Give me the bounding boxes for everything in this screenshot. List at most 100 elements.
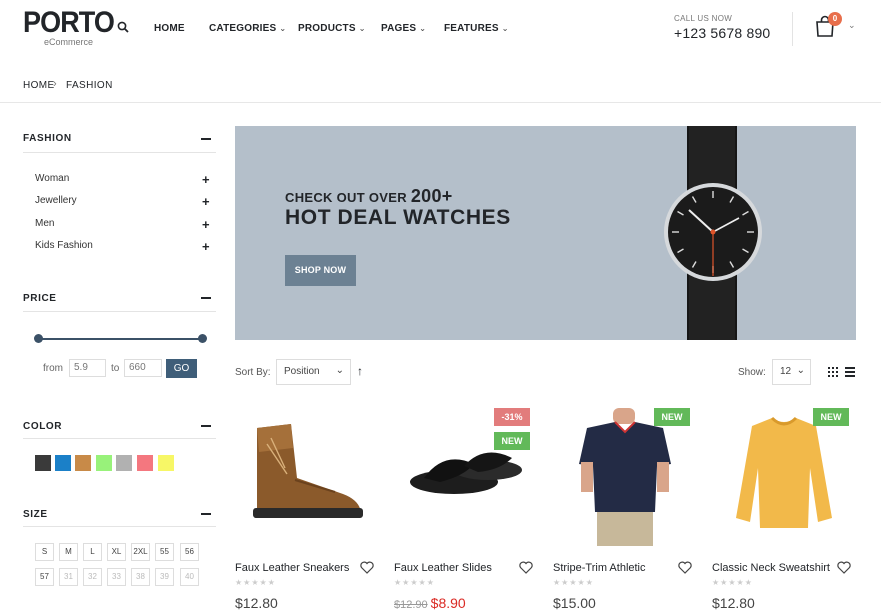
collapse-minus-icon[interactable] xyxy=(201,513,211,515)
product-image-faux-leather-slides[interactable]: -31% NEW xyxy=(394,408,537,546)
color-swatch[interactable] xyxy=(116,455,132,471)
nav-features[interactable]: FEATURES ⌄ xyxy=(444,23,509,34)
expand-plus-icon[interactable]: + xyxy=(202,218,210,231)
product-image-stripe-trim-athletic[interactable]: NEW xyxy=(553,408,696,546)
size-option[interactable]: L xyxy=(83,543,102,561)
size-option[interactable]: XL xyxy=(107,543,126,561)
logo[interactable]: PORTO xyxy=(23,6,115,40)
color-swatch[interactable] xyxy=(137,455,153,471)
rating-stars: ★★★★★ xyxy=(553,578,594,587)
size-option[interactable]: 32 xyxy=(83,568,102,586)
heart-icon[interactable] xyxy=(678,561,692,574)
chevron-down-icon: ⌄ xyxy=(358,24,366,33)
price-slider-track[interactable] xyxy=(38,338,202,340)
banner-headline: HOT DEAL WATCHES xyxy=(285,206,511,229)
fashion-title[interactable]: FASHION xyxy=(23,133,72,144)
price-from-label: from xyxy=(43,363,63,374)
show-count-value: 12 xyxy=(780,366,792,377)
nav-products[interactable]: PRODUCTS ⌄ xyxy=(298,23,366,34)
rating-stars: ★★★★★ xyxy=(394,578,435,587)
chevron-right-icon: › xyxy=(53,78,57,90)
nav-pages[interactable]: PAGES ⌄ xyxy=(381,23,426,34)
price-slider-handle-min[interactable] xyxy=(34,334,43,343)
list-view-icon[interactable] xyxy=(845,367,855,377)
show-count-select[interactable]: 12 ⌄ xyxy=(772,359,811,385)
nav-categories[interactable]: CATEGORIES ⌄ xyxy=(209,23,286,34)
sort-direction-arrow-icon[interactable]: ↑ xyxy=(357,364,363,378)
color-swatch[interactable] xyxy=(158,455,174,471)
watch-image xyxy=(664,126,762,340)
size-option[interactable]: S xyxy=(35,543,54,561)
size-option[interactable]: 57 xyxy=(35,568,54,586)
boot-image xyxy=(253,424,363,518)
color-swatch[interactable] xyxy=(96,455,112,471)
search-icon[interactable] xyxy=(117,21,129,33)
sale-price: $8.90 xyxy=(430,595,466,611)
nav-products-label: PRODUCTS xyxy=(298,23,356,34)
size-option[interactable]: 31 xyxy=(59,568,78,586)
collapse-minus-icon[interactable] xyxy=(201,425,211,427)
expand-plus-icon[interactable]: + xyxy=(202,240,210,253)
size-option[interactable]: 39 xyxy=(155,568,174,586)
nav-home-label: HOME xyxy=(154,23,185,34)
chevron-down-icon: ⌄ xyxy=(501,24,509,33)
size-option[interactable]: 40 xyxy=(180,568,199,586)
header-divider xyxy=(792,12,793,46)
show-label: Show: xyxy=(738,367,766,378)
rating-stars: ★★★★★ xyxy=(235,578,276,587)
breadcrumb-home[interactable]: HOME xyxy=(23,80,55,91)
promo-banner[interactable]: CHECK OUT OVER 200+ HOT DEAL WATCHES SHO… xyxy=(235,126,856,340)
expand-plus-icon[interactable]: + xyxy=(202,195,210,208)
phone-number[interactable]: +123 5678 890 xyxy=(674,25,770,41)
section-divider xyxy=(23,152,216,153)
category-woman[interactable]: Woman xyxy=(35,173,69,184)
nav-categories-label: CATEGORIES xyxy=(209,23,277,34)
section-divider xyxy=(23,526,216,527)
size-option[interactable]: 56 xyxy=(180,543,199,561)
chevron-down-icon: ⌄ xyxy=(796,365,805,376)
shop-now-button[interactable]: SHOP NOW xyxy=(285,255,356,286)
product-price: $12.80 xyxy=(712,595,755,611)
slides-image xyxy=(410,452,522,494)
collapse-minus-icon[interactable] xyxy=(201,297,211,299)
nav-home[interactable]: HOME xyxy=(154,23,185,34)
size-option[interactable]: 55 xyxy=(155,543,174,561)
color-title[interactable]: COLOR xyxy=(23,421,62,432)
chevron-down-icon[interactable]: ⌄ xyxy=(848,20,856,31)
product-price: $12.90 $8.90 xyxy=(394,595,466,611)
product-name[interactable]: Faux Leather Sneakers xyxy=(235,562,349,574)
price-go-button[interactable]: GO xyxy=(166,359,197,378)
rating-stars: ★★★★★ xyxy=(712,578,753,587)
grid-view-icon[interactable] xyxy=(828,367,838,377)
size-option[interactable]: M xyxy=(59,543,78,561)
color-swatch[interactable] xyxy=(55,455,71,471)
heart-icon[interactable] xyxy=(837,561,851,574)
sort-by-select[interactable]: Position ⌄ xyxy=(276,359,351,385)
price-title[interactable]: PRICE xyxy=(23,293,57,304)
color-swatch[interactable] xyxy=(35,455,51,471)
breadcrumb-current: FASHION xyxy=(66,80,113,91)
size-option[interactable]: 2XL xyxy=(131,543,150,561)
heart-icon[interactable] xyxy=(519,561,533,574)
price-slider-handle-max[interactable] xyxy=(198,334,207,343)
expand-plus-icon[interactable]: + xyxy=(202,173,210,186)
product-name[interactable]: Faux Leather Slides xyxy=(394,562,492,574)
product-name[interactable]: Classic Neck Sweatshirt xyxy=(712,562,830,574)
category-kids-fashion[interactable]: Kids Fashion xyxy=(35,240,93,251)
collapse-minus-icon[interactable] xyxy=(201,138,211,140)
product-name[interactable]: Stripe-Trim Athletic xyxy=(553,562,646,574)
chevron-down-icon: ⌄ xyxy=(279,24,287,33)
heart-icon[interactable] xyxy=(360,561,374,574)
logo-subtitle: eCommerce xyxy=(44,37,94,47)
price-from-input[interactable]: 5.9 xyxy=(69,359,106,377)
category-jewellery[interactable]: Jewellery xyxy=(35,195,77,206)
product-image-classic-neck-sweatshirt[interactable]: NEW xyxy=(712,408,855,546)
product-image-faux-leather-sneakers[interactable] xyxy=(235,408,378,546)
category-men[interactable]: Men xyxy=(35,218,54,229)
size-option[interactable]: 33 xyxy=(107,568,126,586)
banner-line1-prefix: CHECK OUT OVER xyxy=(285,190,407,205)
price-to-input[interactable]: 660 xyxy=(124,359,162,377)
size-title[interactable]: SIZE xyxy=(23,509,48,520)
color-swatch[interactable] xyxy=(75,455,91,471)
size-option[interactable]: 38 xyxy=(131,568,150,586)
